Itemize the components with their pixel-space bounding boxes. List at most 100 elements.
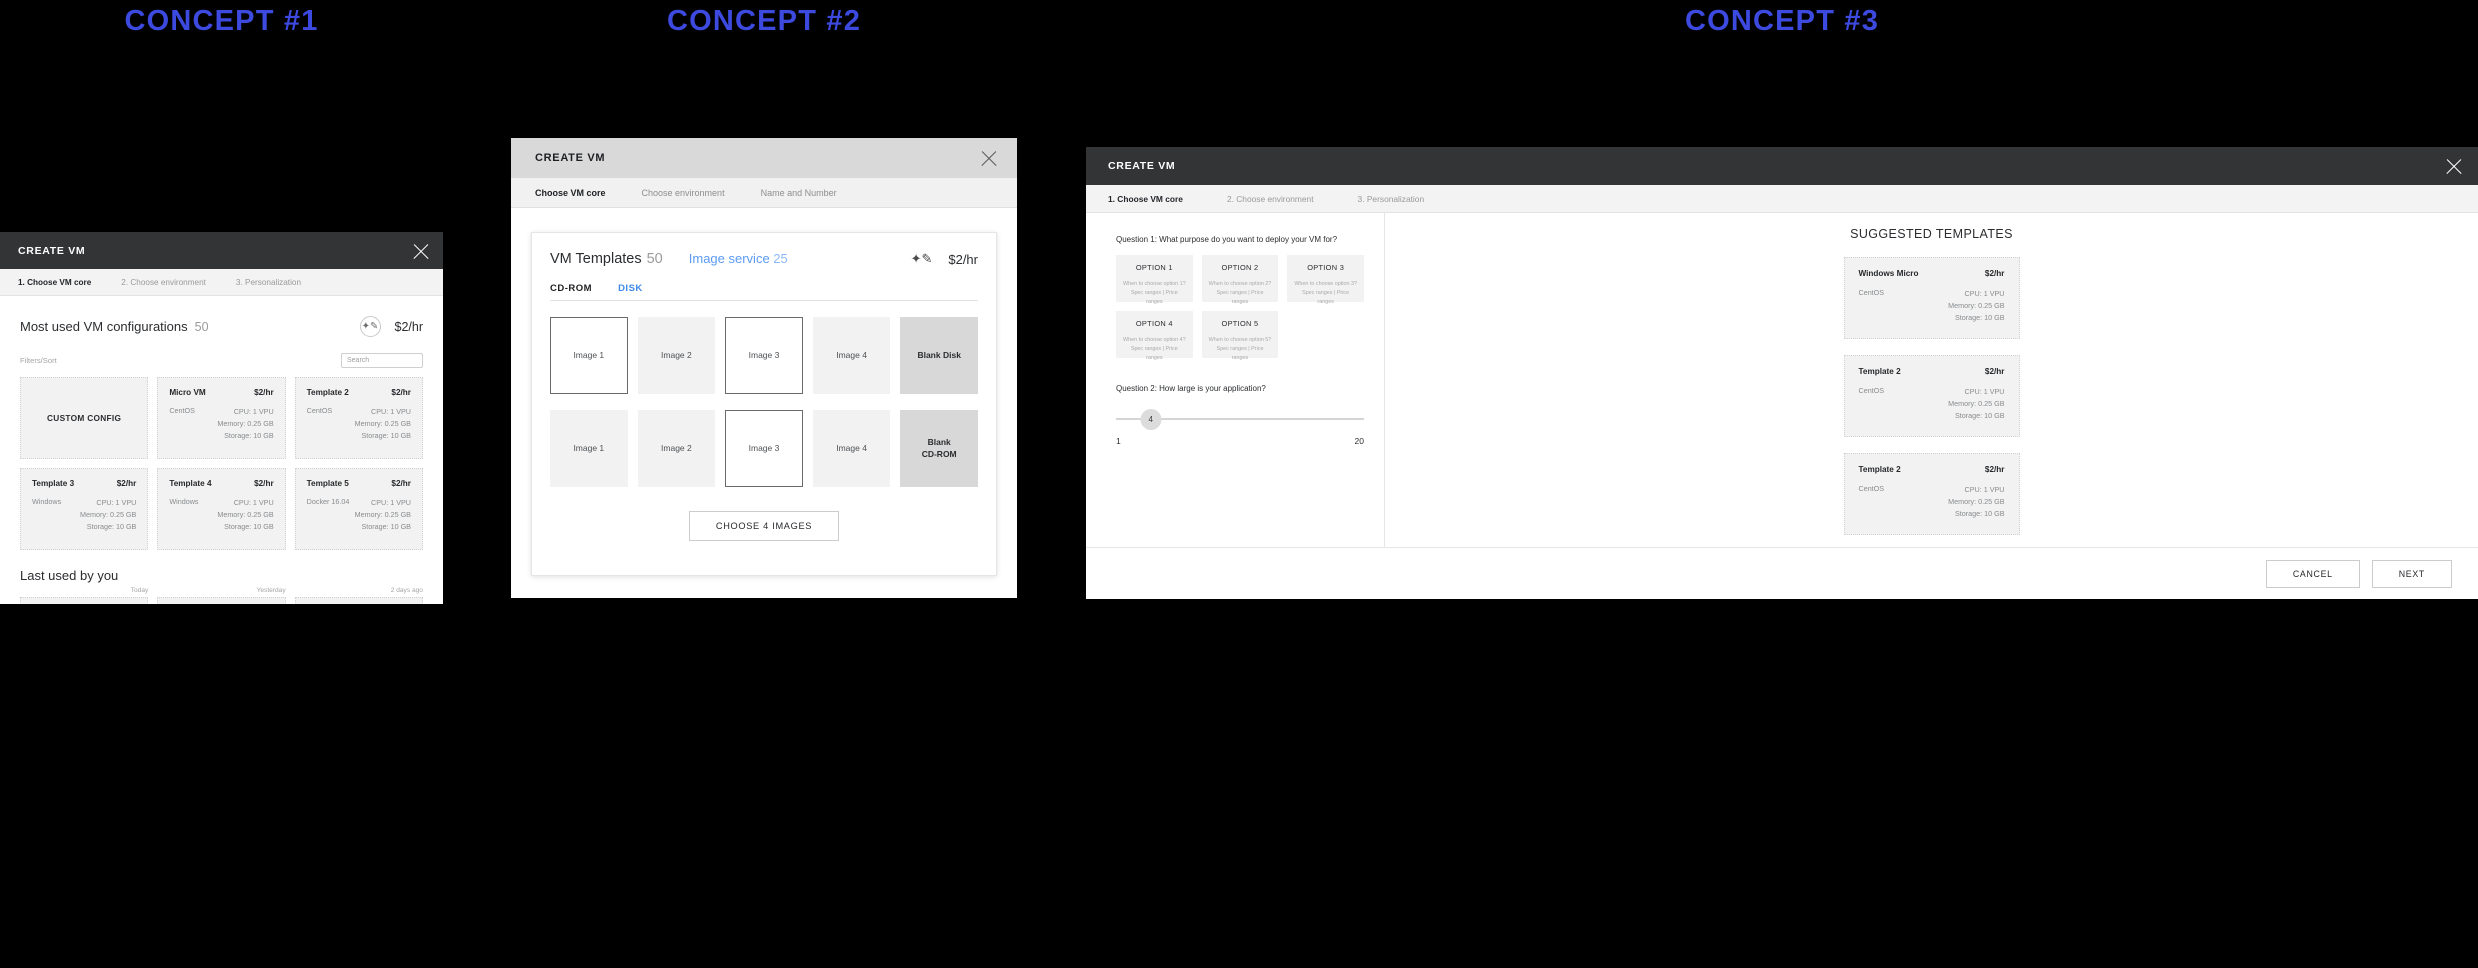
image-cell[interactable]: Image 1	[550, 317, 628, 394]
vm-template-card[interactable]: Template 3$2/hr Windows CPU: 1 VPU Memor…	[20, 468, 149, 550]
step-choose-environment[interactable]: Choose environment	[642, 188, 725, 198]
magic-wand-icon[interactable]: ✦✎	[359, 316, 381, 337]
step-name-and-number[interactable]: Name and Number	[761, 188, 837, 198]
card-specs: CPU: 1 VPU Memory: 0.25 GB Storage: 10 G…	[1948, 288, 2004, 325]
card-name: Template 4	[169, 479, 212, 488]
card-price: $2/hr	[1984, 367, 2005, 376]
image-cell[interactable]: Image 2	[637, 410, 716, 487]
card-price: $2/hr	[1984, 465, 2005, 474]
concept-3-title: CONCEPT #3	[1684, 5, 1880, 37]
vm-template-card[interactable]: Micro VM $2/hr CentOS CPU: 1 VPU Memory: …	[157, 377, 286, 459]
image-service-link[interactable]: Image service 25	[689, 251, 788, 266]
dialog-titlebar: CREATE VM	[0, 232, 443, 269]
header-actions: ✦✎ $2/hr	[359, 316, 423, 337]
cancel-button[interactable]: CANCEL	[2265, 559, 2360, 588]
slider-handle[interactable]: 4	[1140, 409, 1162, 430]
option-desc-line2: Spec ranges | Price ranges	[1216, 289, 1264, 305]
vm-template-card[interactable]: Template 4$2/hr Windows CPU: 1 VPU Memor…	[157, 597, 286, 604]
vm-template-card[interactable]: Template 5$2/hr Docker 16.04 CPU: 1 VPU …	[294, 468, 423, 550]
image-cell[interactable]: Image 3	[725, 317, 803, 394]
card-os: Docker 16.04	[306, 497, 350, 506]
image-grid-row-1: Image 1 Image 2 Image 3 Image 4 Blank Di…	[550, 317, 978, 394]
card-cpu: CPU: 1 VPU	[233, 498, 274, 507]
image-cell[interactable]: Image 4	[812, 317, 891, 394]
concept-2-title: CONCEPT #2	[666, 5, 862, 37]
option-card[interactable]: OPTION 2 When to choose option 2? Spec r…	[1201, 255, 1279, 305]
card-storage: Storage: 10 GB	[224, 430, 274, 440]
card-cpu: CPU: 1 VPU	[371, 407, 411, 416]
step-choose-environment[interactable]: 2. Choose environment	[1227, 194, 1314, 204]
step-choose-vm-core[interactable]: 1. Choose VM core	[18, 278, 91, 287]
card-storage: Storage: 10 GB	[1954, 313, 2005, 323]
option-title: OPTION 1	[1135, 263, 1173, 272]
templates-header: VM Templates 50 Image service 25 ✦✎ $2/hr	[550, 251, 978, 267]
option-card[interactable]: OPTION 1 When to choose option 1? Spec r…	[1116, 255, 1193, 305]
close-icon[interactable]	[979, 148, 999, 168]
image-cell[interactable]: Image 2	[637, 317, 716, 394]
vm-template-card[interactable]: Template 3$2/hr Windows CPU: 1 VPU Memor…	[20, 597, 149, 604]
card-specs: CPU: 1 VPU Memory: 0.25 GB Storage: 10 G…	[217, 497, 273, 533]
card-memory: Memory: 0.25 GB	[354, 509, 411, 519]
option-title: OPTION 2	[1221, 263, 1259, 272]
dialog-footer: CANCEL NEXT	[1086, 547, 2478, 599]
application-size-slider[interactable]: 4	[1116, 409, 1364, 435]
filter-row: Filters/Sort Search	[20, 353, 423, 368]
vm-config-grid: CUSTOM CONFIG Micro VM $2/hr CentOS CPU: …	[20, 377, 423, 550]
option-desc: When to choose option 4? Spec ranges | P…	[1122, 336, 1187, 363]
card-price: $2/hr	[116, 479, 137, 488]
option-desc: When to choose option 2? Spec ranges | P…	[1208, 280, 1273, 307]
vm-template-card[interactable]: Template 2 $2/hr CentOS CPU: 1 VPU Memory…	[294, 377, 423, 459]
card-storage: Storage: 10 GB	[224, 521, 274, 531]
option-card[interactable]: OPTION 3 When to choose option 3? Spec r…	[1287, 255, 1364, 305]
card-specs: CPU: 1 VPU Memory: 0.25 GB Storage: 10 G…	[355, 497, 411, 533]
image-cell[interactable]: Image 3	[725, 410, 803, 487]
suggested-template-card[interactable]: Template 2 $2/hr CentOS CPU: 1 VPU Memory…	[1843, 453, 2020, 535]
step-choose-environment[interactable]: 2. Choose environment	[121, 278, 206, 287]
tab-disk[interactable]: DISK	[618, 283, 643, 294]
choose-images-button[interactable]: CHOOSE 4 IMAGES	[688, 511, 840, 541]
image-cell[interactable]: Image 1	[550, 410, 628, 487]
vm-templates-title: VM Templates 50	[550, 251, 663, 267]
option-card[interactable]: OPTION 5 When to choose option 5? Spec r…	[1201, 311, 1279, 361]
step-choose-vm-core[interactable]: 1. Choose VM core	[1108, 194, 1183, 204]
option-desc-line2: Spec ranges | Price ranges	[1130, 289, 1178, 305]
dialog-titlebar: CREATE VM	[511, 138, 1017, 178]
tab-cd-rom[interactable]: CD-ROM	[550, 283, 592, 294]
option-card[interactable]: OPTION 4 When to choose option 4? Spec r…	[1116, 311, 1193, 361]
card-cpu: CPU: 1 VPU	[1964, 387, 2005, 396]
step-personalization[interactable]: 3. Personalization	[236, 278, 301, 287]
step-choose-vm-core[interactable]: Choose VM core	[535, 188, 606, 198]
close-icon[interactable]	[411, 241, 431, 261]
card-storage: Storage: 10 GB	[1954, 411, 2005, 421]
vm-templates-label: VM Templates	[550, 251, 642, 267]
card-specs: CPU: 1 VPU Memory: 0.25 GB Storage: 10 G…	[217, 406, 273, 442]
custom-config-card[interactable]: CUSTOM CONFIG	[20, 377, 149, 459]
dialog-body: Question 1: What purpose do you want to …	[1086, 213, 2478, 547]
suggested-template-card[interactable]: Windows Micro $2/hr CentOS CPU: 1 VPU Mem…	[1843, 257, 2020, 339]
templates-header-right: ✦✎ $2/hr	[911, 251, 978, 267]
dialog-title: CREATE VM	[18, 244, 86, 257]
blank-disk-cell[interactable]: Blank Disk	[900, 317, 978, 394]
option-desc-line1: When to choose option 1?	[1123, 281, 1186, 287]
blank-cdrom-cell[interactable]: Blank CD-ROM	[900, 410, 978, 487]
option-desc-line1: When to choose option 4?	[1123, 337, 1186, 343]
vm-template-card[interactable]: Template 5$2/hr Docker 16.04 CPU: 1 VPU …	[294, 597, 423, 604]
step-personalization[interactable]: 3. Personalization	[1358, 194, 1425, 204]
card-storage: Storage: 10 GB	[361, 430, 411, 440]
option-grid: OPTION 1 When to choose option 1? Spec r…	[1116, 255, 1364, 361]
vm-template-card[interactable]: Template 4$2/hr Windows CPU: 1 VPU Memor…	[157, 468, 286, 550]
screenshot-stage: CONCEPT #1 CONCEPT #2 CONCEPT #3 CREATE …	[0, 0, 2478, 968]
last-used-grid: Template 3$2/hr Windows CPU: 1 VPU Memor…	[20, 597, 423, 604]
filters-sort-label[interactable]: Filters/Sort	[20, 356, 57, 365]
option-title: OPTION 4	[1135, 319, 1173, 328]
card-price: $2/hr	[391, 479, 411, 488]
card-memory: Memory: 0.25 GB	[80, 509, 137, 519]
next-button[interactable]: NEXT	[2371, 559, 2452, 588]
card-os: CentOS	[1858, 484, 1885, 493]
suggested-template-card[interactable]: Template 2 $2/hr CentOS CPU: 1 VPU Memory…	[1843, 355, 2020, 437]
image-cell[interactable]: Image 4	[812, 410, 891, 487]
magic-wand-icon[interactable]: ✦✎	[911, 251, 933, 267]
close-icon[interactable]	[2444, 156, 2464, 176]
search-input[interactable]: Search	[341, 353, 423, 368]
option-desc-line2: Spec ranges | Price ranges	[1216, 345, 1264, 361]
